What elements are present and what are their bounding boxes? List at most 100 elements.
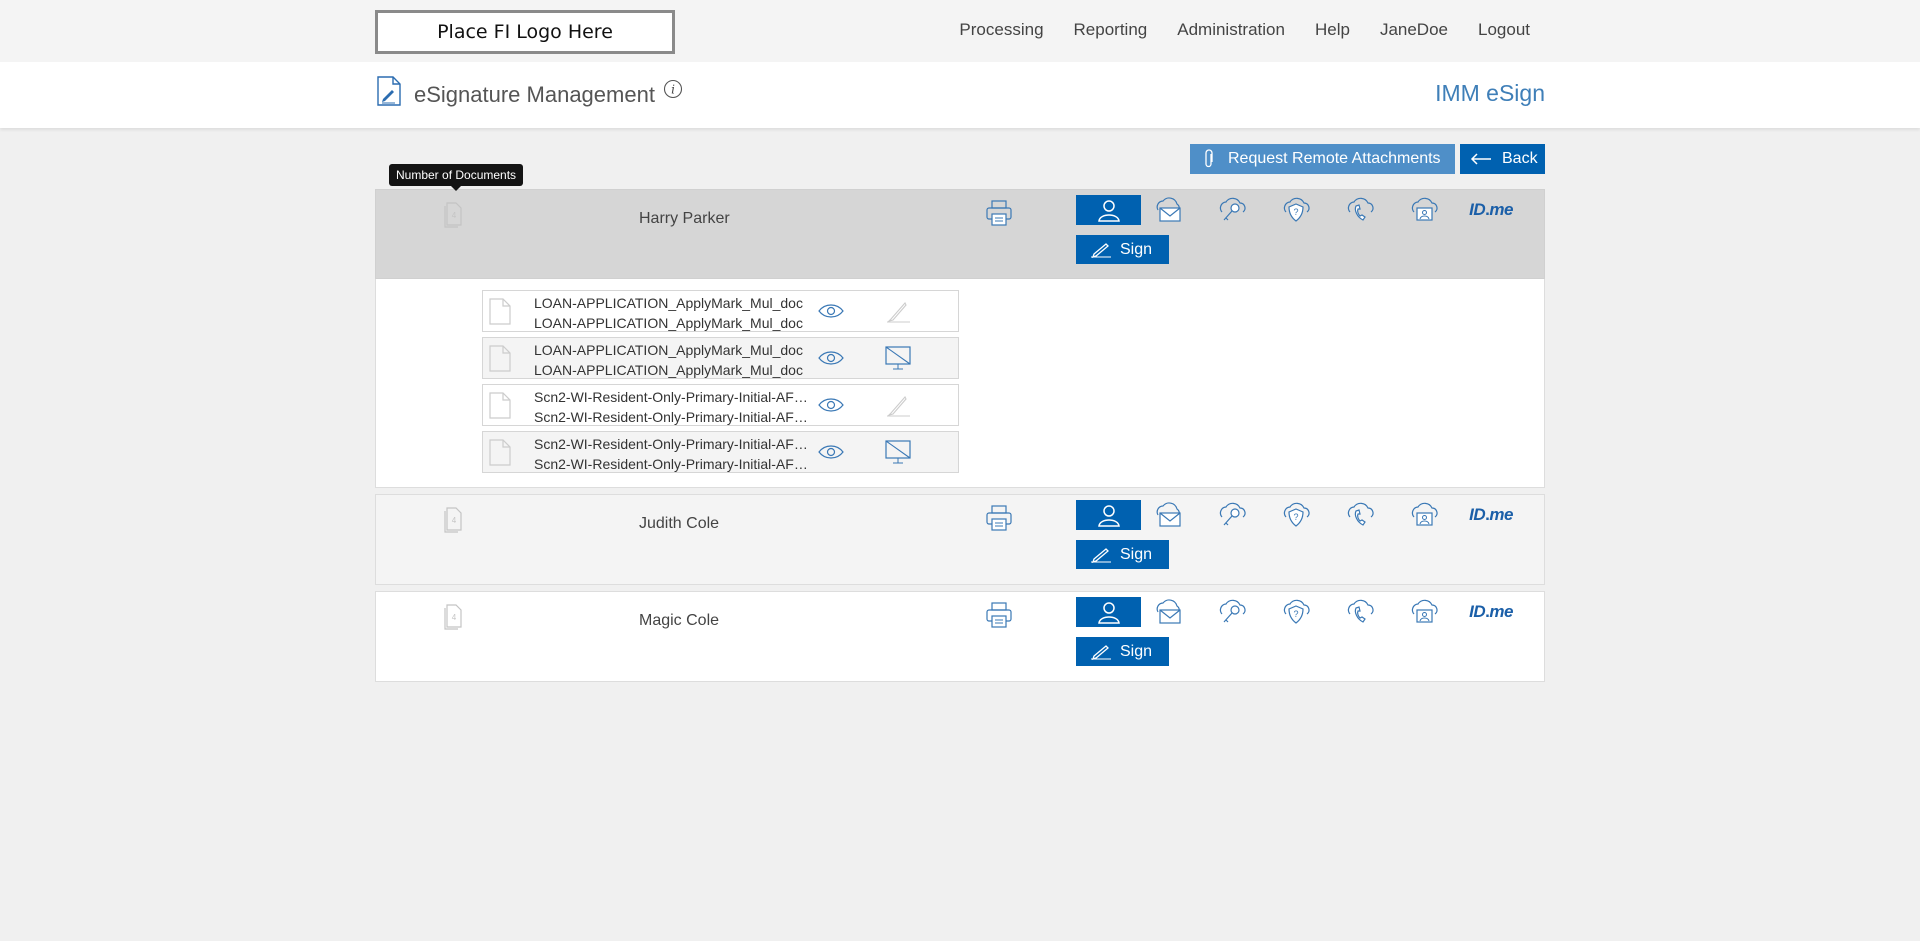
- auth-email-button[interactable]: [1148, 500, 1188, 530]
- sign-button[interactable]: Sign: [1076, 540, 1169, 569]
- page-title: eSignature Management: [414, 82, 655, 107]
- svg-text:i: i: [671, 83, 675, 97]
- cloud-key-icon: [1219, 502, 1246, 526]
- idme-prefix: ID: [1469, 200, 1486, 219]
- document-list-panel: LOAN-APPLICATION_ApplyMark_Mul_doc LOAN-…: [375, 279, 1545, 488]
- document-row[interactable]: LOAN-APPLICATION_ApplyMark_Mul_doc LOAN-…: [482, 337, 959, 379]
- auth-email-button[interactable]: [1148, 195, 1188, 225]
- document-names: Scn2-WI-Resident-Only-Primary-Initial-AF…: [534, 387, 817, 427]
- signer-name: Harry Parker: [639, 210, 730, 227]
- signer-name: Magic Cole: [639, 612, 720, 629]
- auth-phone-button[interactable]: [1340, 195, 1380, 225]
- document-names: LOAN-APPLICATION_ApplyMark_Mul_doc LOAN-…: [534, 293, 817, 333]
- file-icon: [489, 439, 511, 466]
- document-count: 4: [452, 516, 457, 525]
- nav-user-janedoe[interactable]: JaneDoe: [1380, 20, 1448, 40]
- signer-name: Judith Cole: [639, 515, 720, 532]
- sign-pen-icon[interactable]: [883, 391, 913, 419]
- auth-password-button[interactable]: [1212, 500, 1252, 530]
- view-eye-icon[interactable]: [817, 444, 845, 460]
- auth-idme-button[interactable]: ID.me: [1466, 195, 1516, 225]
- product-brand: IMM eSign: [1435, 80, 1545, 106]
- cloud-phone-icon: [1347, 197, 1374, 221]
- signer-row-judith-cole[interactable]: 4 Judith Cole ? ID.me Sign: [375, 494, 1545, 585]
- idme-logo: ID.me: [1469, 505, 1513, 524]
- auth-password-button[interactable]: [1212, 195, 1252, 225]
- auth-in-person-button[interactable]: [1076, 597, 1141, 627]
- auth-phone-button[interactable]: [1340, 500, 1380, 530]
- sign-pen-icon[interactable]: [883, 297, 913, 325]
- remote-sign-monitor-icon[interactable]: [883, 438, 913, 466]
- idme-logo: ID.me: [1469, 602, 1513, 621]
- signer-row-harry-parker[interactable]: 4 Harry Parker ? ID.me Sign: [375, 189, 1545, 279]
- cloud-key-icon: [1219, 197, 1246, 221]
- auth-id-photo-button[interactable]: [1404, 195, 1444, 225]
- esignature-document-icon: [377, 76, 401, 106]
- signer-row-magic-cole[interactable]: 4 Magic Cole ? ID.me Sign: [375, 591, 1545, 682]
- nav-logout[interactable]: Logout: [1478, 20, 1530, 40]
- auth-id-photo-button[interactable]: [1404, 500, 1444, 530]
- document-count-icon[interactable]: 4: [443, 604, 463, 630]
- document-name-secondary: Scn2-WI-Resident-Only-Primary-Initial-AF…: [534, 409, 817, 425]
- printer-icon[interactable]: [985, 199, 1013, 227]
- printer-icon[interactable]: [985, 504, 1013, 532]
- back-button[interactable]: Back: [1460, 144, 1545, 174]
- cloud-phone-icon: [1347, 502, 1374, 526]
- auth-phone-button[interactable]: [1340, 597, 1380, 627]
- auth-email-button[interactable]: [1148, 597, 1188, 627]
- view-eye-icon[interactable]: [817, 303, 845, 319]
- nav-administration[interactable]: Administration: [1177, 20, 1285, 40]
- document-count-icon[interactable]: 4: [443, 202, 463, 228]
- document-count: 4: [452, 211, 457, 220]
- auth-idme-button[interactable]: ID.me: [1466, 597, 1516, 627]
- page-header: eSignature Management i IMM eSign: [0, 62, 1920, 128]
- document-count-icon[interactable]: 4: [443, 507, 463, 533]
- idme-logo: ID.me: [1469, 200, 1513, 219]
- idme-prefix: ID: [1469, 505, 1486, 524]
- person-icon: [1097, 505, 1120, 527]
- remote-sign-monitor-icon[interactable]: [883, 344, 913, 372]
- auth-password-button[interactable]: [1212, 597, 1252, 627]
- paperclip-icon: [1205, 149, 1213, 168]
- nav-help[interactable]: Help: [1315, 20, 1350, 40]
- idme-prefix: ID: [1469, 602, 1486, 621]
- request-remote-attachments-button[interactable]: Request Remote Attachments: [1190, 144, 1455, 174]
- request-remote-attachments-label: Request Remote Attachments: [1228, 150, 1441, 167]
- auth-id-photo-button[interactable]: [1404, 597, 1444, 627]
- auth-kba-button[interactable]: ?: [1276, 500, 1316, 530]
- sign-label: Sign: [1120, 545, 1153, 563]
- back-label: Back: [1502, 150, 1538, 167]
- auth-kba-button[interactable]: ?: [1276, 195, 1316, 225]
- nav-reporting[interactable]: Reporting: [1074, 20, 1148, 40]
- idme-suffix: me: [1489, 602, 1513, 621]
- cloud-question-shield-icon: ?: [1283, 599, 1310, 624]
- svg-text:?: ?: [1293, 512, 1298, 522]
- cloud-phone-icon: [1347, 599, 1374, 623]
- main-nav: Processing Reporting Administration Help…: [929, 20, 1530, 40]
- fi-logo-placeholder[interactable]: Place FI Logo Here: [375, 10, 675, 54]
- auth-idme-button[interactable]: ID.me: [1466, 500, 1516, 530]
- info-icon[interactable]: i: [663, 79, 683, 99]
- cloud-id-card-icon: [1411, 197, 1438, 221]
- document-row[interactable]: Scn2-WI-Resident-Only-Primary-Initial-AF…: [482, 431, 959, 473]
- auth-in-person-button[interactable]: [1076, 195, 1141, 225]
- auth-kba-button[interactable]: ?: [1276, 597, 1316, 627]
- cloud-email-icon: [1156, 502, 1181, 527]
- sign-button[interactable]: Sign: [1076, 637, 1169, 666]
- svg-text:?: ?: [1293, 609, 1298, 619]
- document-name: LOAN-APPLICATION_ApplyMark_Mul_doc: [534, 342, 803, 358]
- document-row[interactable]: LOAN-APPLICATION_ApplyMark_Mul_doc LOAN-…: [482, 290, 959, 332]
- sign-button[interactable]: Sign: [1076, 235, 1169, 264]
- cloud-id-card-icon: [1411, 599, 1438, 623]
- document-row[interactable]: Scn2-WI-Resident-Only-Primary-Initial-AF…: [482, 384, 959, 426]
- cloud-question-shield-icon: ?: [1283, 197, 1310, 222]
- sign-label: Sign: [1120, 642, 1153, 660]
- auth-in-person-button[interactable]: [1076, 500, 1141, 530]
- view-eye-icon[interactable]: [817, 350, 845, 366]
- printer-icon[interactable]: [985, 601, 1013, 629]
- pen-icon: [1091, 242, 1111, 258]
- document-name: LOAN-APPLICATION_ApplyMark_Mul_doc: [534, 295, 803, 311]
- view-eye-icon[interactable]: [817, 397, 845, 413]
- nav-processing[interactable]: Processing: [959, 20, 1043, 40]
- cloud-question-shield-icon: ?: [1283, 502, 1310, 527]
